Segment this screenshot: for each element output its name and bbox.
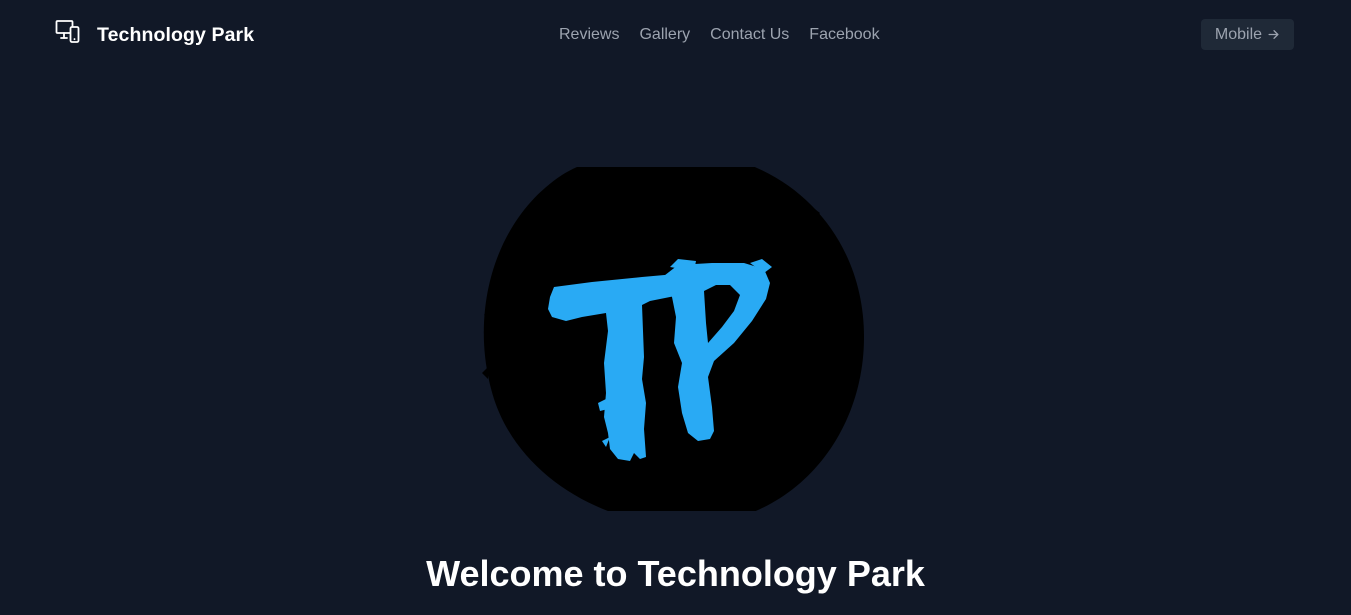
devices-icon [55, 20, 80, 43]
nav-link-contact-us[interactable]: Contact Us [710, 25, 789, 45]
tp-logo [482, 167, 868, 511]
tp-logo-image [482, 167, 864, 511]
nav-link-reviews[interactable]: Reviews [559, 25, 619, 45]
top-navbar: Technology Park Reviews Gallery Contact … [0, 0, 1351, 72]
brand-link[interactable]: Technology Park [55, 18, 254, 52]
arrow-right-icon [1268, 30, 1279, 39]
brand-name: Technology Park [97, 23, 255, 46]
nav-link-gallery[interactable]: Gallery [639, 25, 690, 45]
main-nav: Reviews Gallery Contact Us Facebook [559, 25, 880, 45]
hero-title: Welcome to Technology Park [426, 553, 925, 594]
mobile-button-label: Mobile [1214, 25, 1263, 43]
mobile-button[interactable]: Mobile [1201, 19, 1294, 50]
nav-link-facebook[interactable]: Facebook [809, 25, 879, 45]
